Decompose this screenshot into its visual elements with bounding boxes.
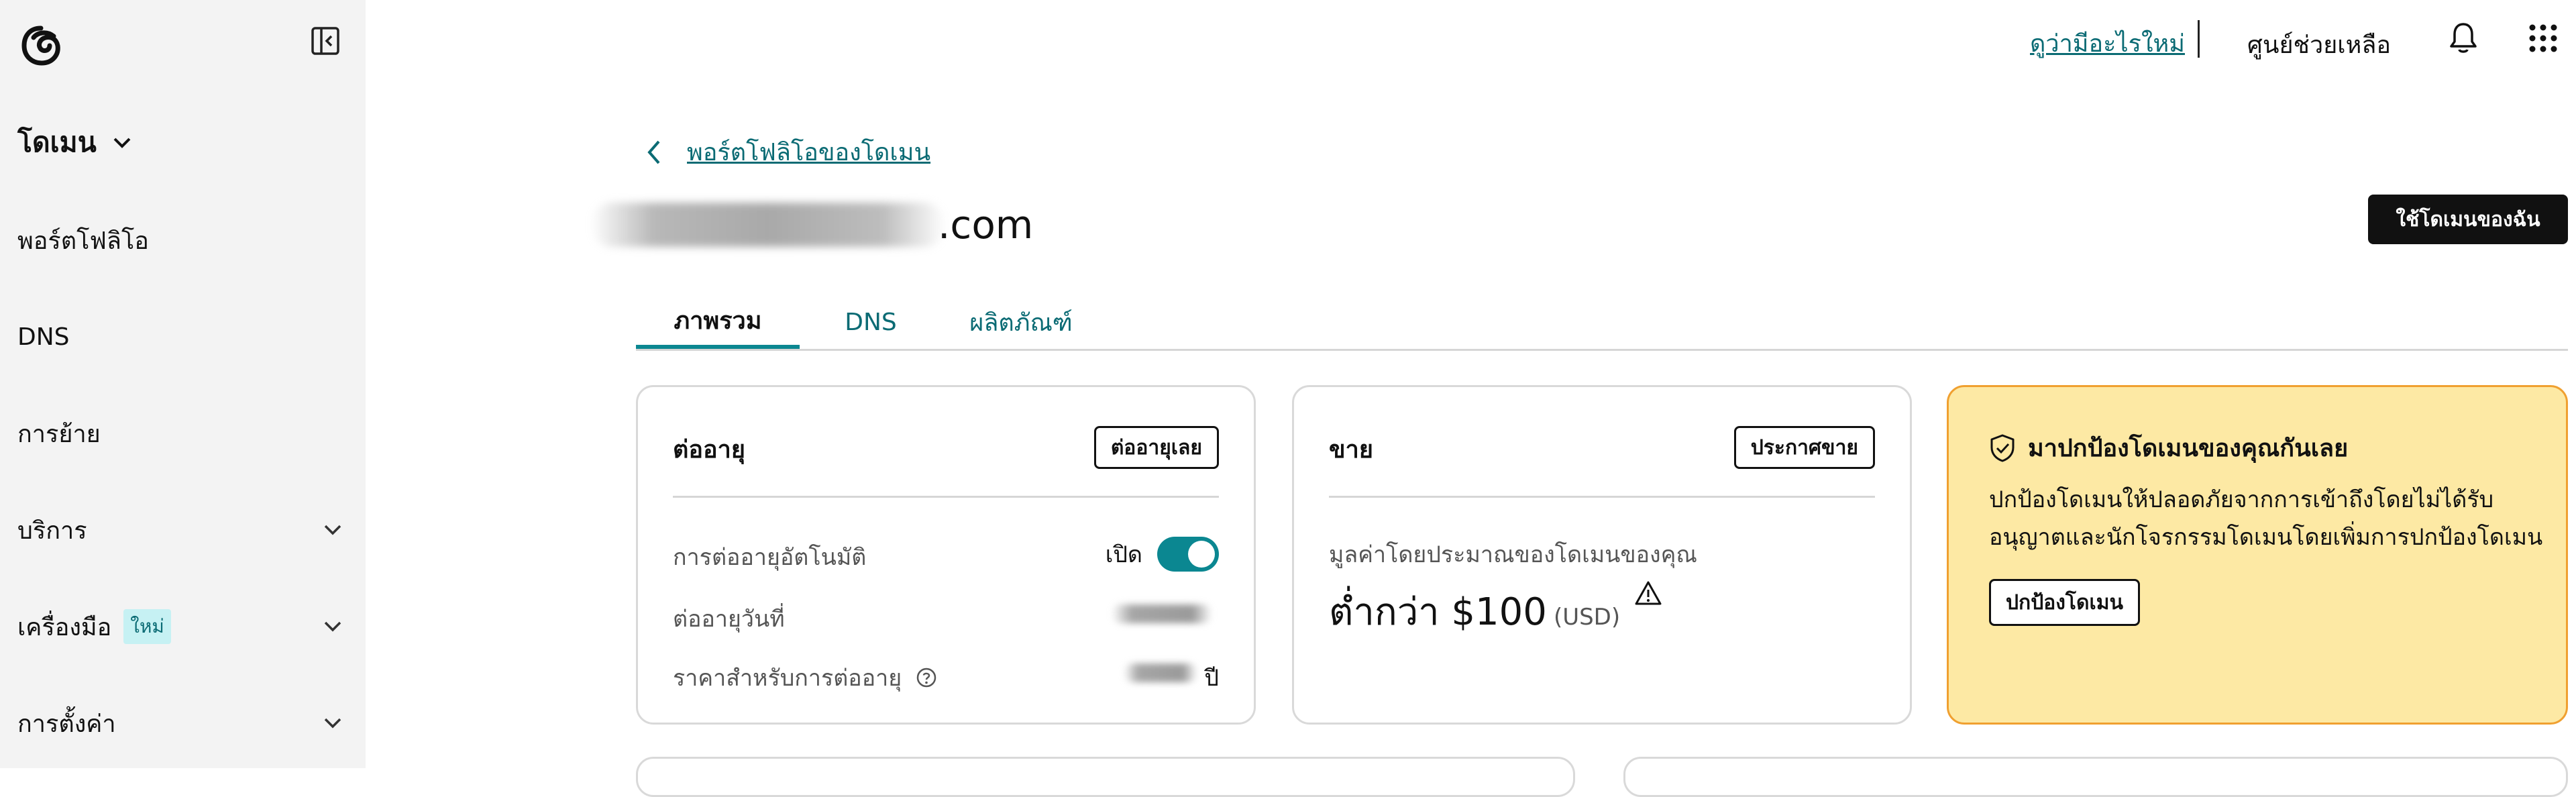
renewal-price-label-text: ราคาสำหรับการต่ออายุ: [673, 665, 902, 692]
price-per-year-suffix: ปี: [1204, 665, 1219, 692]
sell-card: ขาย ประกาศขาย มูลค่าโดยประมาณของโดเมนของ…: [1292, 385, 1912, 725]
bell-icon[interactable]: [2447, 20, 2479, 55]
protect-domain-button[interactable]: ปกป้องโดเมน: [1989, 579, 2141, 626]
sidebar-item-label: การตั้งค่า: [17, 710, 116, 738]
warning-icon[interactable]: [1633, 579, 1663, 608]
auto-renew-label: การต่ออายุอัตโนมัติ: [673, 544, 867, 571]
sidebar-section-label: โดเมน: [17, 126, 97, 158]
sidebar-item-settings[interactable]: การตั้งค่า: [17, 696, 346, 750]
auto-renew-toggle[interactable]: [1157, 537, 1219, 572]
topbar-divider: [2198, 20, 2200, 58]
chevron-left-icon: [647, 140, 660, 164]
apps-grid-icon[interactable]: [2529, 24, 2557, 52]
divider: [1329, 496, 1875, 498]
sidebar-item-label: เครื่องมือ: [17, 613, 112, 641]
sidebar-item-label: พอร์ตโฟลิโอ: [17, 227, 149, 255]
sidebar-item-label: การย้าย: [17, 420, 101, 448]
help-center-link[interactable]: ศูนย์ช่วยเหลือ: [2247, 25, 2391, 64]
sidebar: โดเมน พอร์ตโฟลิโอ DNS การย้าย บริการ เคร…: [0, 0, 366, 768]
sidebar-item-dns[interactable]: DNS: [17, 310, 346, 364]
renewal-price-label: ราคาสำหรับการต่ออายุ: [673, 659, 937, 696]
chevron-down-icon: [324, 718, 341, 729]
next-card: [636, 757, 1575, 797]
estimated-value-currency: (USD): [1553, 604, 1621, 631]
renewal-card: ต่ออายุ ต่ออายุเลย การต่ออายุอัตโนมัติ เ…: [636, 385, 1256, 725]
estimated-value: ต่ำกว่า $100 (USD): [1329, 579, 1663, 641]
toggle-knob: [1188, 541, 1215, 568]
tab-overview[interactable]: ภาพรวม: [636, 295, 800, 349]
whats-new-link[interactable]: ดูว่ามีอะไรใหม่: [2030, 24, 2185, 62]
renewal-card-title: ต่ออายุ: [673, 436, 745, 464]
chevron-down-icon: [324, 525, 341, 535]
renew-now-button[interactable]: ต่ออายุเลย: [1093, 426, 1219, 469]
tab-dns[interactable]: DNS: [837, 295, 904, 349]
sidebar-item-tools[interactable]: เครื่องมือ ใหม่: [17, 600, 346, 653]
domain-protection-title-text: มาปกป้องโดเมนของคุณกันเลย: [2028, 435, 2349, 462]
sidebar-section-domains[interactable]: โดเมน: [17, 121, 136, 164]
sidebar-item-portfolio[interactable]: พอร์ตโฟลิโอ: [17, 213, 346, 267]
help-circle-icon[interactable]: [916, 667, 937, 688]
redacted-domain-name: [590, 203, 946, 247]
sidebar-item-transfers[interactable]: การย้าย: [17, 407, 346, 460]
domain-tld: .com: [938, 202, 1034, 248]
estimated-value-amount: ต่ำกว่า $100: [1329, 590, 1547, 634]
auto-renew-control: เปิด: [1106, 536, 1219, 572]
domain-protection-title: มาปกป้องโดเมนของคุณกันเลย: [1989, 429, 2348, 467]
breadcrumb[interactable]: พอร์ตโฟลิโอของโดเมน: [644, 133, 930, 171]
chevron-down-icon: [324, 621, 341, 632]
sell-card-title: ขาย: [1329, 436, 1373, 464]
sidebar-collapse-icon[interactable]: [310, 25, 341, 56]
redacted-renew-date: [1112, 604, 1212, 623]
sidebar-item-label: บริการ: [17, 517, 87, 545]
renew-date-label: ต่ออายุวันที่: [673, 606, 785, 633]
domain-protection-card: มาปกป้องโดเมนของคุณกันเลย ปกป้องโดเมนให้…: [1947, 385, 2568, 725]
tab-products[interactable]: ผลิตภัณฑ์: [954, 295, 1088, 349]
estimated-value-label: มูลค่าโดยประมาณของโดเมนของคุณ: [1329, 541, 1697, 568]
sidebar-item-services[interactable]: บริการ: [17, 503, 346, 557]
next-card: [1623, 757, 2568, 797]
chevron-down-icon: [113, 138, 131, 148]
use-my-domain-button[interactable]: ใช้โดเมนของฉัน: [2368, 195, 2568, 244]
logo-icon[interactable]: [17, 21, 64, 68]
breadcrumb-portfolio-link[interactable]: พอร์ตโฟลิโอของโดเมน: [687, 133, 930, 171]
divider: [673, 496, 1219, 498]
domain-protection-description: ปกป้องโดเมนให้ปลอดภัยจากการเข้าถึงโดยไม่…: [1989, 486, 2543, 551]
tab-bar: ภาพรวม DNS ผลิตภัณฑ์: [636, 295, 2568, 351]
new-badge: ใหม่: [123, 609, 171, 644]
sidebar-item-label: DNS: [17, 323, 70, 351]
shield-check-icon: [1990, 434, 2015, 462]
page-title: .com: [590, 195, 1033, 255]
redacted-renewal-price: [1124, 663, 1197, 682]
list-for-sale-button[interactable]: ประกาศขาย: [1733, 426, 1875, 469]
auto-renew-state: เปิด: [1105, 541, 1142, 568]
